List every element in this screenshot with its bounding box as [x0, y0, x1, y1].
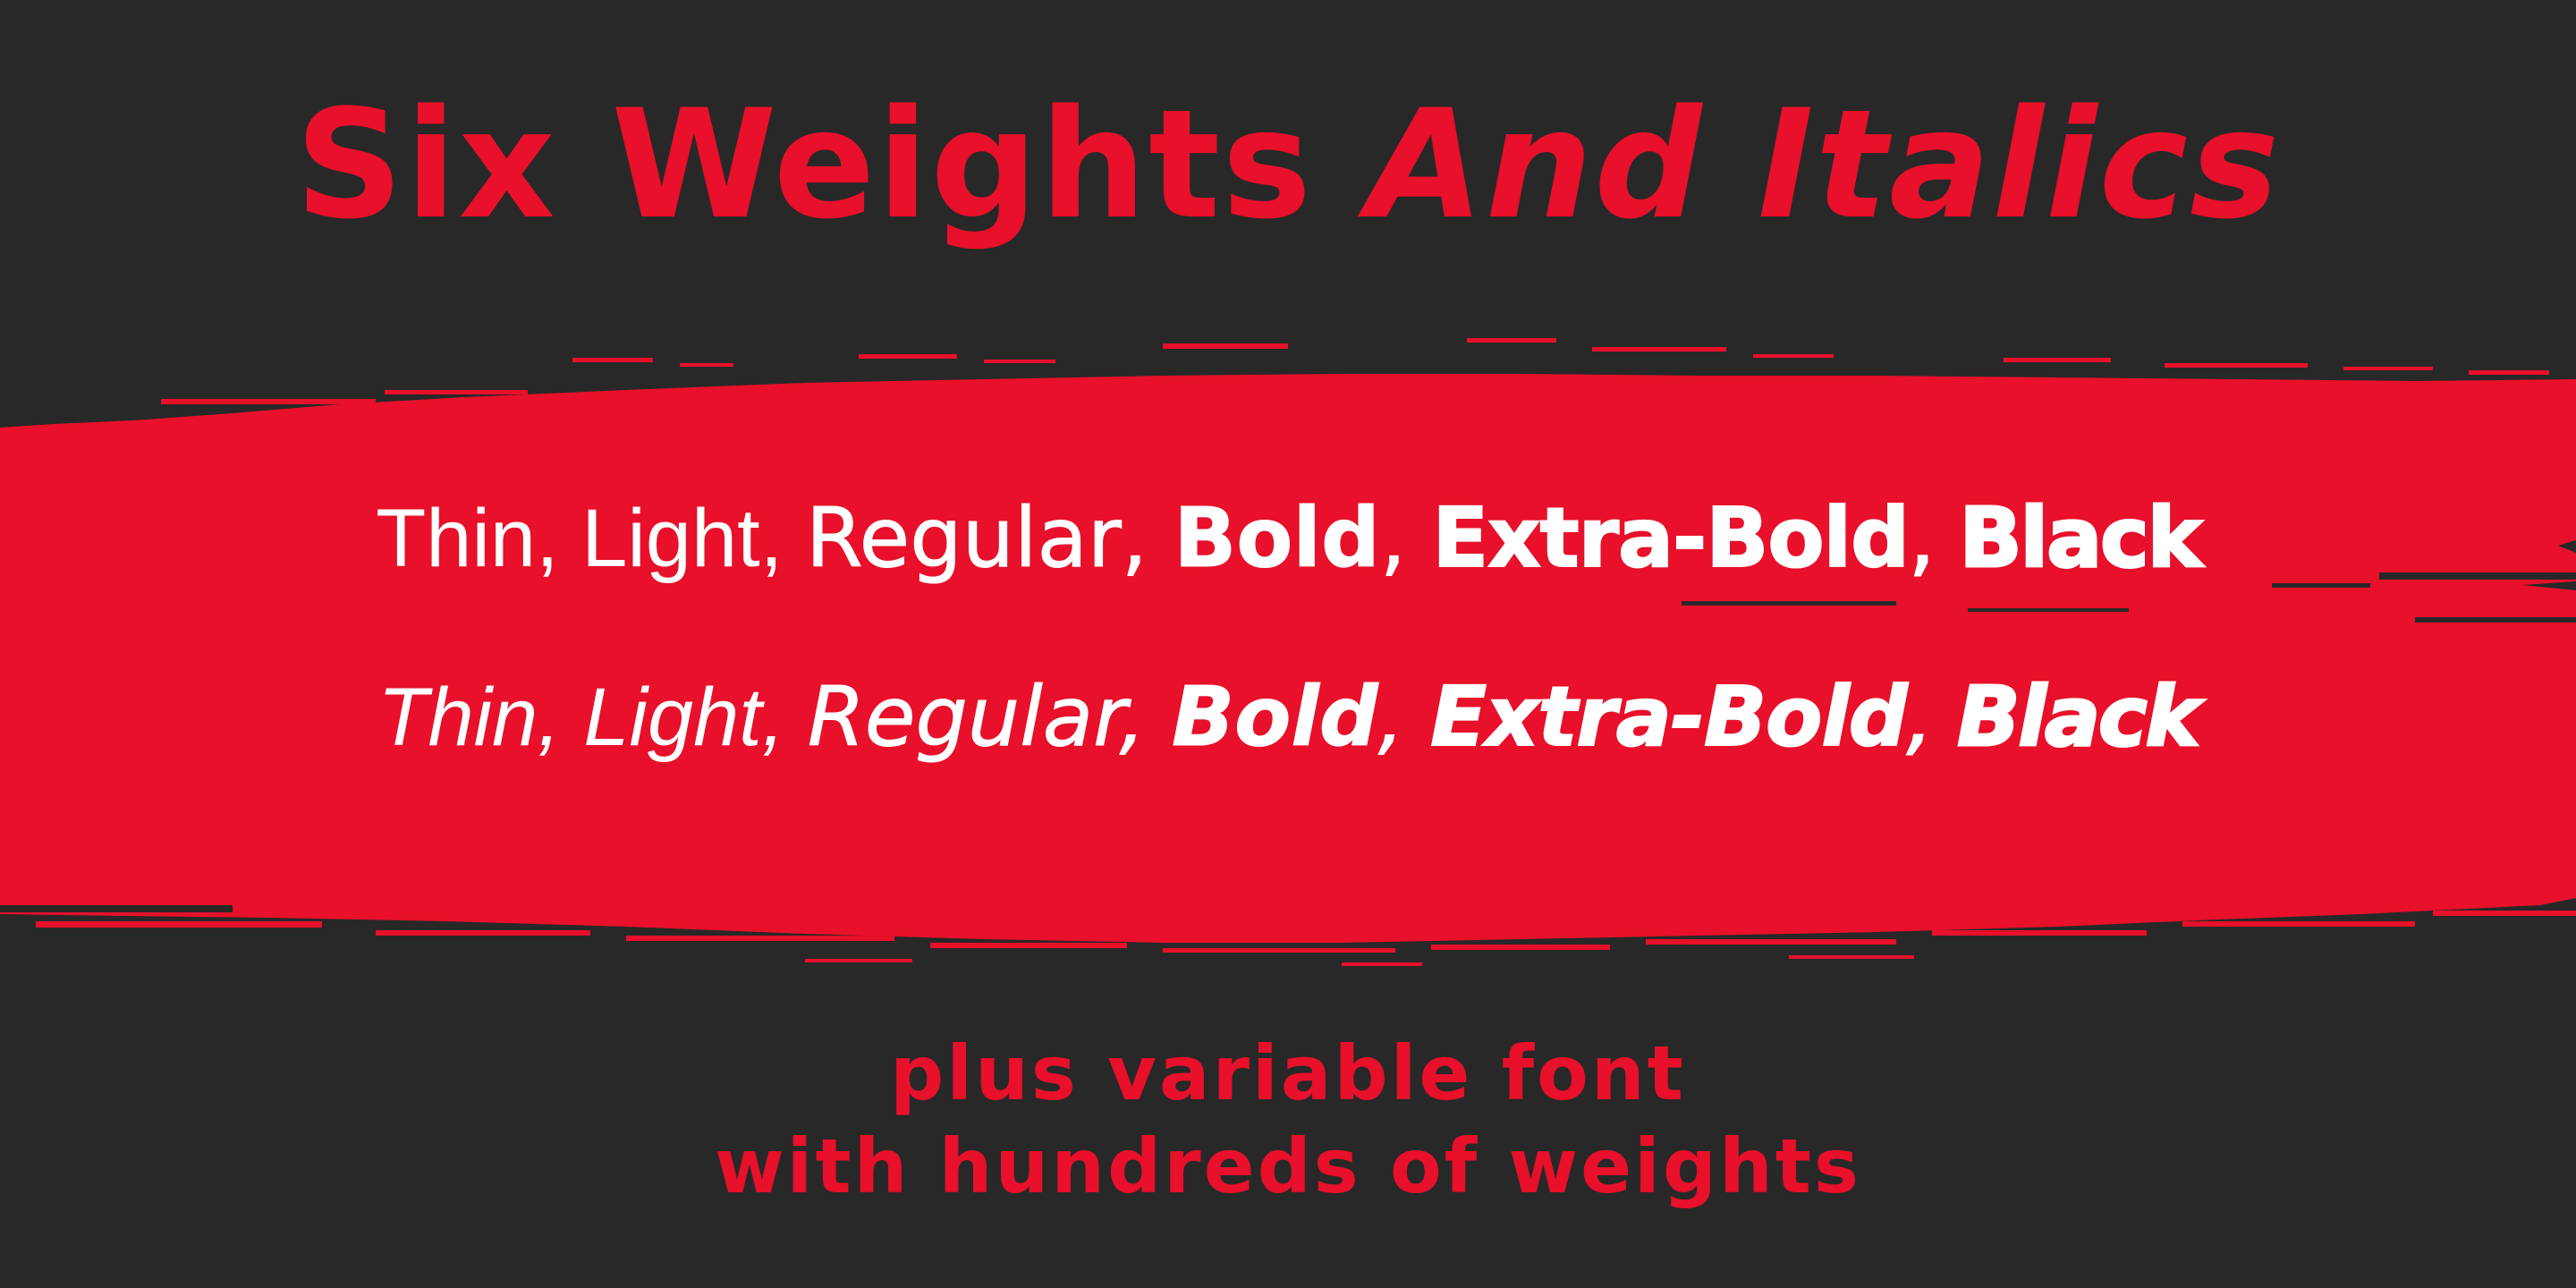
separator: , — [538, 672, 584, 763]
title-italic: And Italics — [1367, 77, 2282, 252]
weight-extra-bold: Extra-Bold — [1431, 490, 1911, 586]
title-upright: Six Weights — [294, 77, 1314, 252]
font-specimen-banner: Six Weights And Italics Thin, Light, Reg… — [0, 0, 2576, 1288]
weight-bold-italic: Bold — [1172, 669, 1379, 765]
separator: , — [761, 672, 808, 763]
separator: , — [1906, 669, 1958, 765]
weight-thin-italic: Thin — [377, 672, 538, 763]
tagline-line-2: with hundreds of weights — [715, 1123, 1861, 1210]
weight-black: Black — [1958, 490, 2203, 586]
weight-regular: Regular — [805, 490, 1122, 586]
separator: , — [1377, 669, 1431, 765]
weight-regular-italic: Regular — [807, 669, 1120, 765]
separator: , — [1119, 669, 1173, 765]
weight-extra-bold-italic: Extra-Bold — [1429, 669, 1909, 765]
separator: , — [1379, 490, 1433, 586]
weights-list-upright: Thin, Light, Regular, Bold, Extra-Bold, … — [0, 496, 2576, 580]
separator: , — [536, 493, 582, 584]
page-title: Six Weights And Italics — [0, 89, 2576, 240]
tagline-line-1: plus variable font — [890, 1030, 1686, 1117]
separator: , — [1121, 490, 1174, 586]
weight-light: Light — [581, 493, 760, 584]
weights-list-italic: Thin, Light, Regular, Bold, Extra-Bold, … — [0, 674, 2576, 759]
weight-bold: Bold — [1174, 490, 1381, 586]
separator: , — [1908, 490, 1960, 586]
weight-black-italic: Black — [1956, 669, 2201, 765]
separator: , — [759, 493, 806, 584]
weight-thin: Thin — [376, 493, 537, 584]
weight-light-italic: Light — [583, 672, 762, 763]
